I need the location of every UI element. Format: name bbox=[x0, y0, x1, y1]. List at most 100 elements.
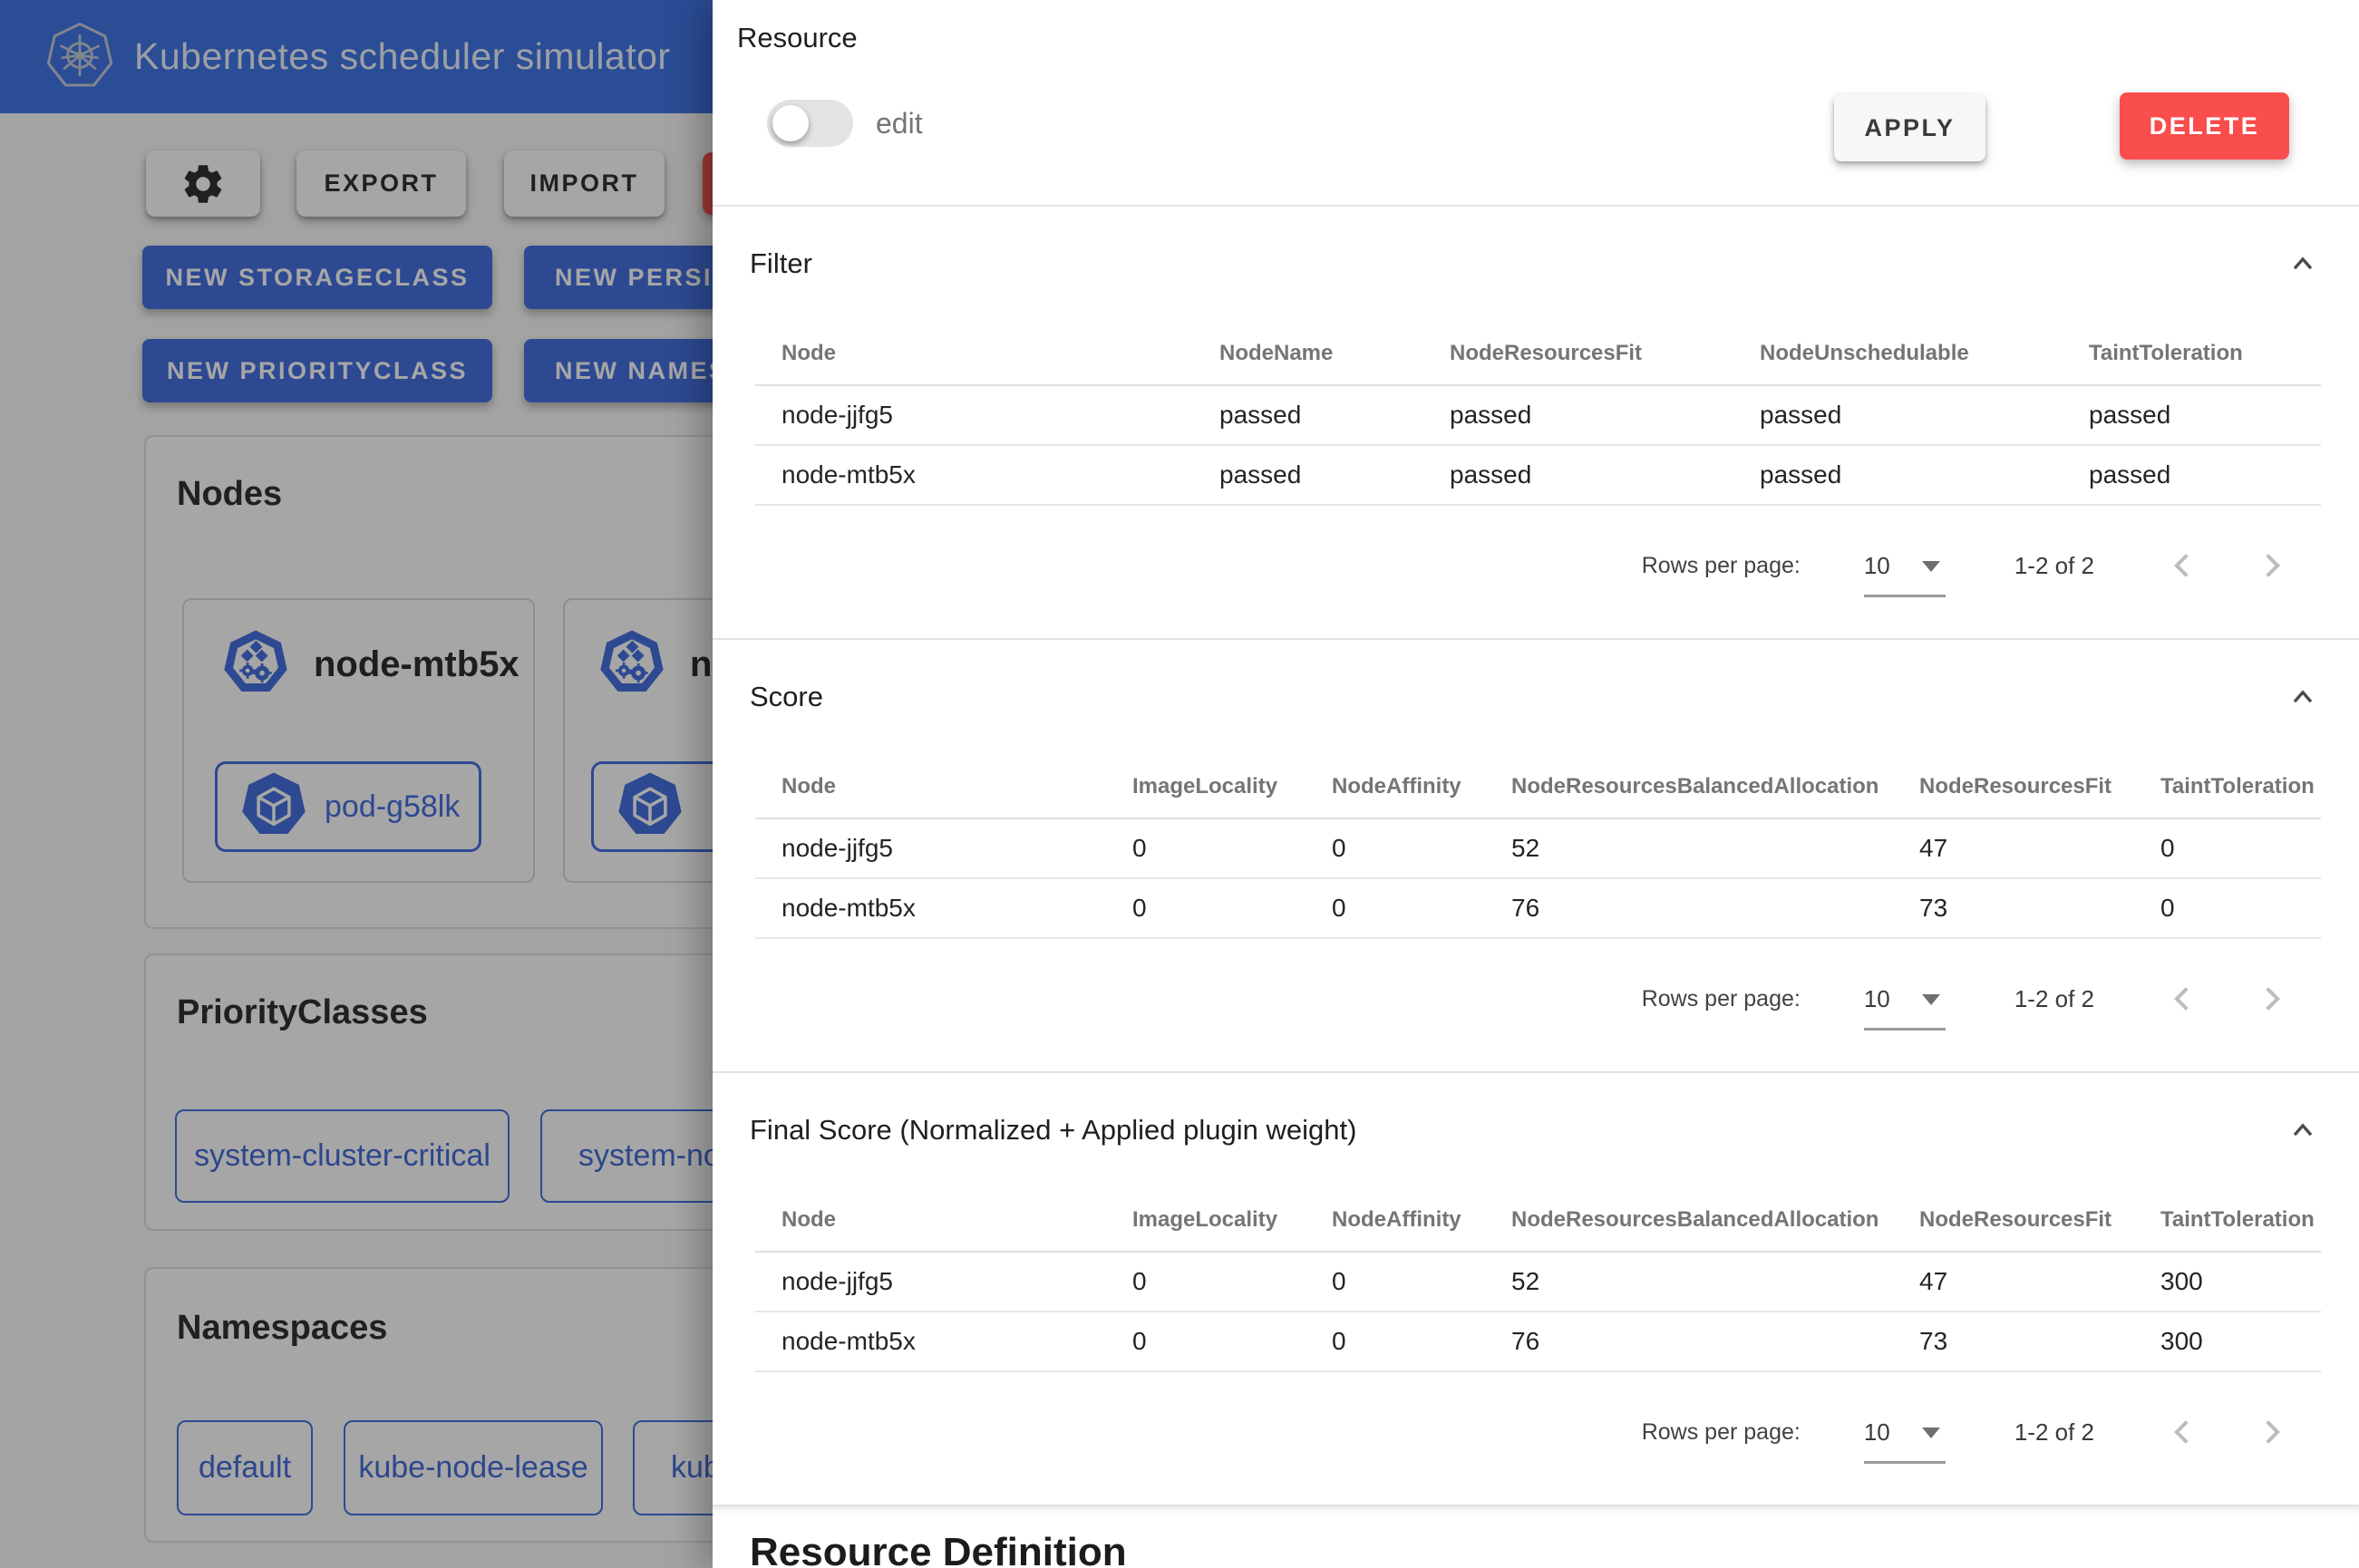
rows-per-page-select[interactable]: 10 bbox=[1864, 1411, 1946, 1453]
table-row[interactable]: node-mtb5xpassedpassedpassedpassed bbox=[755, 446, 2321, 506]
column-header: NodeAffinity bbox=[1332, 1207, 1511, 1233]
table-cell: 0 bbox=[1132, 1327, 1332, 1356]
chevron-right-icon bbox=[2253, 547, 2289, 584]
previous-page-button[interactable] bbox=[2163, 1412, 2203, 1452]
table-cell: passed bbox=[1219, 460, 1450, 489]
column-header: Node bbox=[755, 774, 1132, 799]
chevron-up-icon bbox=[2286, 681, 2319, 713]
edit-toggle-label: edit bbox=[876, 100, 923, 147]
plugin-results-table: NodeNodeNameNodeResourcesFitNodeUnschedu… bbox=[755, 323, 2321, 506]
rows-per-page-label: Rows per page: bbox=[1642, 986, 1801, 1012]
chevron-up-icon bbox=[2286, 1114, 2319, 1147]
column-header: Node bbox=[755, 1207, 1132, 1233]
table-cell: passed bbox=[2089, 401, 2321, 430]
section-final: Final Score (Normalized + Applied plugin… bbox=[713, 1073, 2359, 1506]
section-title: Filter bbox=[750, 247, 812, 280]
resource-drawer: Resource edit APPLY DELETE Filter NodeNo… bbox=[713, 0, 2359, 1568]
edit-toggle[interactable] bbox=[767, 100, 853, 147]
section-header: Filter bbox=[750, 239, 2323, 288]
table-row[interactable]: node-jjfg5005247300 bbox=[755, 1253, 2321, 1312]
table-cell: 76 bbox=[1511, 894, 1919, 923]
column-header: NodeResourcesFit bbox=[1450, 341, 1760, 366]
apply-button[interactable]: APPLY bbox=[1834, 94, 1985, 161]
resource-definition-title: Resource Definition bbox=[750, 1530, 2359, 1568]
rows-per-page-value: 10 bbox=[1864, 552, 1890, 580]
column-header: NodeName bbox=[1219, 341, 1450, 366]
collapse-section-button[interactable] bbox=[2283, 244, 2323, 284]
rows-per-page-value: 10 bbox=[1864, 1418, 1890, 1447]
column-header: NodeResourcesFit bbox=[1919, 774, 2160, 799]
column-header: TaintToleration bbox=[2089, 341, 2321, 366]
table-cell: 0 bbox=[1332, 834, 1511, 863]
page-range-text: 1-2 of 2 bbox=[2014, 552, 2094, 580]
column-header: ImageLocality bbox=[1132, 1207, 1332, 1233]
chevron-left-icon bbox=[2165, 547, 2201, 584]
table-pagination: Rows per page: 10 1-2 of 2 bbox=[713, 506, 2359, 638]
rows-per-page-select[interactable]: 10 bbox=[1864, 978, 1946, 1020]
dropdown-caret-icon bbox=[1922, 1428, 1940, 1438]
rows-per-page-label: Rows per page: bbox=[1642, 1419, 1801, 1446]
table-cell: 76 bbox=[1511, 1327, 1919, 1356]
next-page-button[interactable] bbox=[2251, 979, 2291, 1019]
chevron-left-icon bbox=[2165, 1414, 2201, 1450]
table-row[interactable]: node-mtb5x007673300 bbox=[755, 1312, 2321, 1372]
collapse-section-button[interactable] bbox=[2283, 677, 2323, 717]
table-cell: 0 bbox=[2160, 894, 2321, 923]
drawer-header: Resource edit APPLY DELETE bbox=[713, 0, 2359, 207]
table-cell: node-jjfg5 bbox=[755, 401, 1219, 430]
table-cell: 52 bbox=[1511, 1267, 1919, 1296]
resource-definition-section: Resource Definition bbox=[713, 1506, 2359, 1568]
table-cell: 47 bbox=[1919, 1267, 2160, 1296]
table-cell: passed bbox=[1450, 401, 1760, 430]
table-cell: 0 bbox=[1132, 894, 1332, 923]
page-range-text: 1-2 of 2 bbox=[2014, 1418, 2094, 1447]
table-cell: 52 bbox=[1511, 834, 1919, 863]
select-underline bbox=[1864, 1028, 1946, 1031]
column-header: ImageLocality bbox=[1132, 774, 1332, 799]
table-cell: 0 bbox=[1132, 1267, 1332, 1296]
table-cell: 0 bbox=[1332, 1327, 1511, 1356]
plugin-results-table: NodeImageLocalityNodeAffinityNodeResourc… bbox=[755, 756, 2321, 939]
table-row[interactable]: node-jjfg50052470 bbox=[755, 819, 2321, 879]
table-cell: node-mtb5x bbox=[755, 460, 1219, 489]
previous-page-button[interactable] bbox=[2163, 546, 2203, 586]
column-header: TaintToleration bbox=[2160, 774, 2321, 799]
delete-button[interactable]: DELETE bbox=[2120, 92, 2289, 160]
section-title: Final Score (Normalized + Applied plugin… bbox=[750, 1114, 1356, 1147]
section-header: Score bbox=[750, 673, 2323, 721]
chevron-up-icon bbox=[2286, 247, 2319, 280]
table-cell: 0 bbox=[1332, 894, 1511, 923]
table-header-row: NodeImageLocalityNodeAffinityNodeResourc… bbox=[755, 1189, 2321, 1253]
dropdown-caret-icon bbox=[1922, 561, 1940, 572]
table-cell: 300 bbox=[2160, 1267, 2321, 1296]
section-score: Score NodeImageLocalityNodeAffinityNodeR… bbox=[713, 640, 2359, 1073]
table-row[interactable]: node-jjfg5passedpassedpassedpassed bbox=[755, 386, 2321, 446]
table-cell: 300 bbox=[2160, 1327, 2321, 1356]
table-cell: node-mtb5x bbox=[755, 1327, 1132, 1356]
table-cell: 0 bbox=[1132, 834, 1332, 863]
table-cell: passed bbox=[1760, 460, 2089, 489]
page-range-text: 1-2 of 2 bbox=[2014, 985, 2094, 1013]
table-cell: node-jjfg5 bbox=[755, 1267, 1132, 1296]
drawer-sections: Filter NodeNodeNameNodeResourcesFitNodeU… bbox=[713, 207, 2359, 1506]
dropdown-caret-icon bbox=[1922, 994, 1940, 1005]
table-cell: 0 bbox=[2160, 834, 2321, 863]
select-underline bbox=[1864, 1461, 1946, 1464]
column-header: Node bbox=[755, 341, 1219, 366]
table-header-row: NodeNodeNameNodeResourcesFitNodeUnschedu… bbox=[755, 323, 2321, 386]
table-cell: 47 bbox=[1919, 834, 2160, 863]
previous-page-button[interactable] bbox=[2163, 979, 2203, 1019]
next-page-button[interactable] bbox=[2251, 1412, 2291, 1452]
table-cell: passed bbox=[2089, 460, 2321, 489]
table-cell: 73 bbox=[1919, 894, 2160, 923]
table-cell: node-mtb5x bbox=[755, 894, 1132, 923]
rows-per-page-label: Rows per page: bbox=[1642, 553, 1801, 579]
next-page-button[interactable] bbox=[2251, 546, 2291, 586]
collapse-section-button[interactable] bbox=[2283, 1110, 2323, 1150]
toggle-thumb bbox=[772, 105, 809, 141]
table-row[interactable]: node-mtb5x0076730 bbox=[755, 879, 2321, 939]
table-cell: passed bbox=[1450, 460, 1760, 489]
section-filter: Filter NodeNodeNameNodeResourcesFitNodeU… bbox=[713, 207, 2359, 640]
rows-per-page-select[interactable]: 10 bbox=[1864, 545, 1946, 586]
select-underline bbox=[1864, 595, 1946, 597]
